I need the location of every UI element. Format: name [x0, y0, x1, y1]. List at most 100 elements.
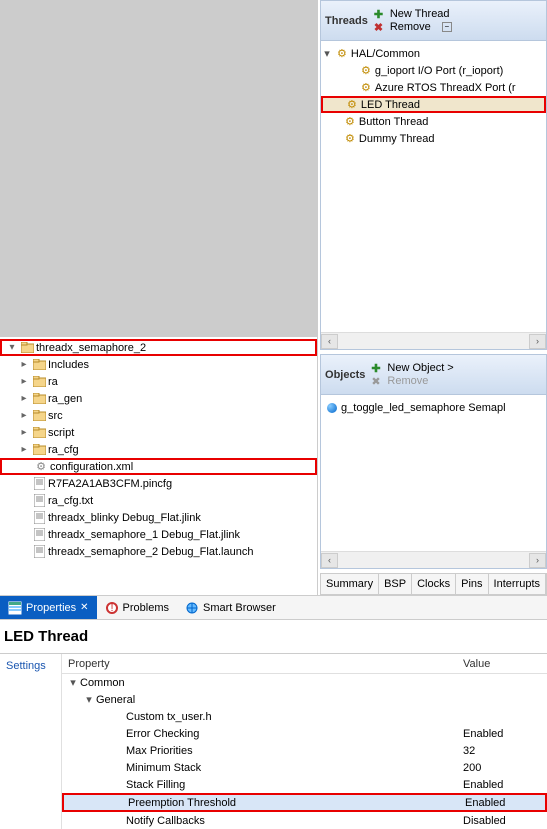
- item-label: Azure RTOS ThreadX Port (r: [375, 82, 516, 94]
- threads-scrollbar[interactable]: ‹ ›: [321, 332, 546, 349]
- project-item-r7fa2a1ab3cfm-pincfg[interactable]: R7FA2A1AB3CFM.pincfg: [0, 475, 317, 492]
- properties-table[interactable]: Property Value ▾Common▾General Custom tx_…: [62, 654, 547, 829]
- folder-icon: [32, 426, 46, 440]
- property-row-custom-tx-user-h[interactable]: Custom tx_user.h: [62, 708, 547, 725]
- tab-smart-browser[interactable]: Smart Browser: [177, 596, 284, 619]
- config-bottom-tabs[interactable]: Summary BSP Clocks Pins Interrupts: [320, 573, 547, 595]
- property-label: Minimum Stack: [126, 762, 201, 774]
- hal-child[interactable]: ⚙g_ioport I/O Port (r_ioport): [321, 62, 546, 79]
- property-row-minimum-stack[interactable]: Minimum Stack 200: [62, 759, 547, 776]
- expand-icon[interactable]: ▾: [66, 676, 80, 689]
- tab-problems[interactable]: ! Problems: [97, 596, 177, 619]
- item-label: ra_cfg.txt: [48, 495, 93, 507]
- property-row-stack-filling[interactable]: Stack FillingEnabled: [62, 776, 547, 793]
- remove-object-action: ✖Remove: [371, 375, 453, 387]
- project-item-ra-cfg-txt[interactable]: ra_cfg.txt: [0, 492, 317, 509]
- property-label: Custom tx_user.h: [126, 711, 212, 723]
- project-item-includes[interactable]: ▸Includes: [0, 356, 317, 373]
- hal-common-node[interactable]: ▾ ⚙ HAL/Common: [321, 45, 546, 62]
- property-row-general[interactable]: ▾General: [62, 691, 547, 708]
- thread-led-thread[interactable]: ⚙LED Thread: [321, 96, 546, 113]
- remove-thread-action[interactable]: ✖Remove −: [374, 21, 452, 33]
- gear-icon: ⚙: [361, 81, 371, 94]
- project-item-configuration-xml[interactable]: ⚙configuration.xml: [0, 458, 317, 475]
- properties-header: Property Value: [62, 654, 547, 674]
- hal-child[interactable]: ⚙ Azure RTOS ThreadX Port (r: [321, 79, 546, 96]
- folder-icon: [32, 443, 46, 457]
- property-row-notify-callbacks[interactable]: Notify CallbacksDisabled: [62, 812, 547, 829]
- expand-icon[interactable]: ▸: [18, 427, 30, 438]
- project-item-ra-cfg[interactable]: ▸ra_cfg: [0, 441, 317, 458]
- expand-icon[interactable]: ▾: [6, 342, 18, 353]
- objects-scrollbar[interactable]: ‹ ›: [321, 551, 546, 568]
- tab-clocks[interactable]: Clocks: [412, 574, 456, 594]
- scroll-left-icon[interactable]: ‹: [321, 553, 338, 568]
- threads-panel-title: Threads: [325, 15, 368, 27]
- tab-pins[interactable]: Pins: [456, 574, 488, 594]
- project-item-threadx-blinky-debug-flat-jlink[interactable]: threadx_blinky Debug_Flat.jlink: [0, 509, 317, 526]
- property-row-common[interactable]: ▾Common: [62, 674, 547, 691]
- remove-icon: ✖: [374, 21, 386, 33]
- project-root[interactable]: ▾ threadx_semaphore_2: [0, 339, 317, 356]
- gear-icon: ⚙: [345, 115, 355, 128]
- views-tabbar[interactable]: Properties ✕ ! Problems Smart Browser: [0, 596, 547, 620]
- properties-side-tab[interactable]: Settings: [0, 654, 62, 829]
- project-item-ra-gen[interactable]: ▸ra_gen: [0, 390, 317, 407]
- item-label: threadx_semaphore_1 Debug_Flat.jlink: [48, 529, 240, 541]
- scroll-right-icon[interactable]: ›: [529, 334, 546, 349]
- property-value: 32: [463, 745, 475, 757]
- folder-inc-icon: [32, 358, 46, 372]
- gear-icon: ⚙: [337, 47, 347, 60]
- thread-button-thread[interactable]: ⚙ Button Thread: [321, 113, 546, 130]
- property-row-max-priorities[interactable]: Max Priorities32: [62, 742, 547, 759]
- property-value: Disabled: [463, 815, 506, 827]
- expand-icon[interactable]: ▸: [18, 393, 30, 404]
- file-icon: [32, 545, 46, 559]
- expand-icon[interactable]: ▸: [18, 376, 30, 387]
- add-icon: ✚: [371, 362, 383, 374]
- folder-icon: [32, 409, 46, 423]
- object-item[interactable]: g_toggle_led_semaphore Semapl: [321, 399, 546, 416]
- cfg-icon: ⚙: [34, 460, 48, 474]
- thread-label: LED Thread: [361, 99, 420, 111]
- svg-text:!: !: [110, 602, 113, 614]
- tab-interrupts[interactable]: Interrupts: [489, 574, 546, 594]
- tab-bsp[interactable]: BSP: [379, 574, 412, 594]
- expand-icon[interactable]: ▸: [18, 444, 30, 455]
- project-item-threadx-semaphore-2-debug-flat-launch[interactable]: threadx_semaphore_2 Debug_Flat.launch: [0, 543, 317, 560]
- expand-icon[interactable]: ▸: [18, 410, 30, 421]
- threads-panel-body[interactable]: ▾ ⚙ HAL/Common ⚙g_ioport I/O Port (r_iop…: [321, 41, 546, 332]
- expand-icon[interactable]: ▾: [321, 47, 333, 60]
- scroll-right-icon[interactable]: ›: [529, 553, 546, 568]
- item-label: ra: [48, 376, 58, 388]
- new-object-action[interactable]: ✚New Object >: [371, 362, 453, 374]
- collapse-icon[interactable]: −: [442, 22, 452, 32]
- property-row-error-checking[interactable]: Error CheckingEnabled: [62, 725, 547, 742]
- thread-label: Button Thread: [359, 116, 429, 128]
- property-row-preemption-threshold[interactable]: Preemption ThresholdEnabled: [62, 793, 547, 812]
- expand-icon[interactable]: ▾: [82, 693, 96, 706]
- tab-summary[interactable]: Summary: [321, 574, 379, 594]
- close-icon[interactable]: ✕: [80, 602, 88, 613]
- project-item-src[interactable]: ▸ src: [0, 407, 317, 424]
- project-item-threadx-semaphore-1-debug-flat-jlink[interactable]: threadx_semaphore_1 Debug_Flat.jlink: [0, 526, 317, 543]
- file-icon: [32, 528, 46, 542]
- objects-panel-body[interactable]: g_toggle_led_semaphore Semapl: [321, 395, 546, 551]
- editor-placeholder: [0, 0, 317, 337]
- thread-label: Dummy Thread: [359, 133, 435, 145]
- project-item-ra[interactable]: ▸ ra: [0, 373, 317, 390]
- project-item-script[interactable]: ▸ script: [0, 424, 317, 441]
- col-property: Property: [62, 658, 457, 670]
- thread-dummy-thread[interactable]: ⚙Dummy Thread: [321, 130, 546, 147]
- item-label: threadx_blinky Debug_Flat.jlink: [48, 512, 201, 524]
- tab-properties[interactable]: Properties ✕: [0, 596, 97, 619]
- property-value: 200: [463, 762, 481, 774]
- project-explorer[interactable]: ▾ threadx_semaphore_2 ▸Includes▸ra▸ra_ge…: [0, 337, 317, 595]
- expand-icon[interactable]: ▸: [18, 359, 30, 370]
- item-label: script: [48, 427, 74, 439]
- property-label: Stack Filling: [126, 779, 185, 791]
- new-thread-action[interactable]: ✚New Thread: [374, 8, 452, 20]
- property-value: Enabled: [465, 797, 505, 809]
- item-label: src: [48, 410, 63, 422]
- scroll-left-icon[interactable]: ‹: [321, 334, 338, 349]
